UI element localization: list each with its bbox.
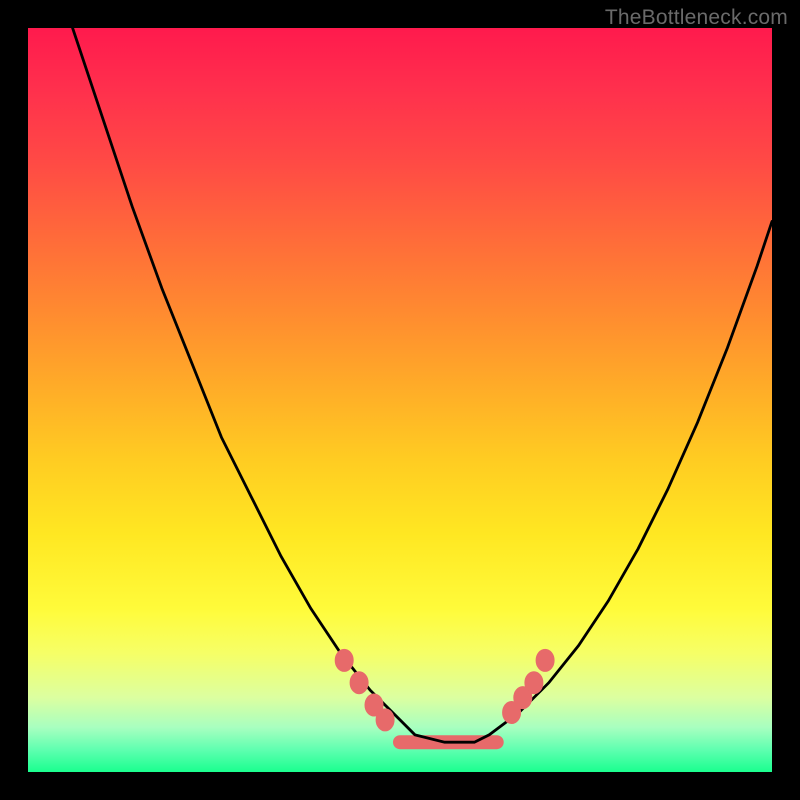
bottleneck-curve	[73, 28, 772, 742]
chart-frame: TheBottleneck.com	[0, 0, 800, 800]
chart-svg	[28, 28, 772, 772]
curve-marker	[525, 672, 543, 694]
curve-marker	[536, 649, 554, 671]
plot-area	[28, 28, 772, 772]
curve-marker	[376, 709, 394, 731]
curve-marker	[350, 672, 368, 694]
curve-marker	[335, 649, 353, 671]
curve-markers	[335, 649, 554, 731]
watermark-text: TheBottleneck.com	[605, 6, 788, 30]
